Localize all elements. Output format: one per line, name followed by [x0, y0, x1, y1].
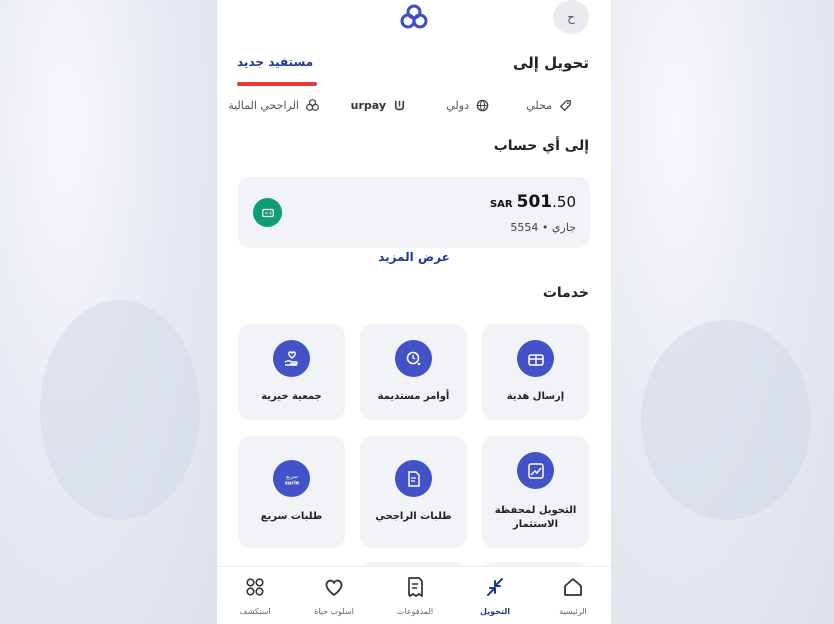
transfer-categories: محلي دولي urpay الراجحي المالية [217, 98, 611, 120]
avatar[interactable]: ح [553, 0, 589, 34]
background-left [0, 0, 217, 624]
service-sarie-requests[interactable]: سريع sarie طلبات سريع [238, 436, 345, 548]
account-type: جاري [551, 221, 576, 234]
account-meta: جاري • 5554 [510, 221, 576, 234]
tag-icon [559, 100, 571, 112]
payments-icon [408, 577, 423, 597]
globe-icon [476, 99, 489, 112]
standing-order-icon [395, 340, 432, 377]
gift-icon [517, 340, 554, 377]
new-beneficiary-underline [237, 82, 317, 86]
show-more-link[interactable]: عرض المزيد [217, 250, 611, 264]
svg-text:sarie: sarie [284, 480, 299, 486]
service-label: إرسال هدية [506, 391, 565, 402]
transfer-header: تحويل إلى مستفيد جديد [217, 52, 611, 86]
service-label: التحويل لمحفظة الاستثمار [494, 505, 577, 530]
nav-transfer[interactable]: التحويل [465, 575, 525, 616]
category-label: دولي [446, 99, 469, 112]
chart-up-icon [517, 452, 554, 489]
service-label: جمعية خيرية [261, 391, 322, 402]
bottom-navigation: الرئيسية التحويل المدفوعات اسلوب حياة اس… [217, 566, 611, 624]
accounts-title: إلى أي حساب [493, 138, 589, 154]
account-card[interactable]: SAR 501.50 جاري • 5554 [238, 177, 590, 248]
category-local[interactable]: محلي [526, 98, 573, 113]
category-label: الراجحي المالية [228, 99, 299, 112]
category-alrajhi-capital[interactable]: الراجحي المالية [228, 98, 320, 113]
service-label: طلبات الراجحي [375, 511, 452, 522]
nav-label: الرئيسية [559, 607, 587, 616]
background-right [611, 0, 834, 624]
separator-dot: • [538, 221, 549, 234]
svg-text:سريع: سريع [286, 474, 298, 480]
transfer-icon [487, 578, 503, 596]
account-amount-integer: 501 [516, 192, 553, 212]
background-blob [40, 300, 200, 520]
nav-label: اسلوب حياة [314, 607, 354, 616]
grid-icon [246, 578, 264, 596]
new-beneficiary-link[interactable]: مستفيد جديد [237, 55, 313, 69]
category-international[interactable]: دولي [446, 98, 490, 113]
nav-home[interactable]: الرئيسية [543, 575, 603, 616]
heart-icon [325, 579, 343, 596]
account-card-icon [253, 198, 282, 227]
nav-explore[interactable]: استكشف [225, 575, 285, 616]
nav-payments[interactable]: المدفوعات [385, 575, 445, 616]
service-charity[interactable]: جمعية خيرية [238, 324, 345, 420]
services-title: خدمات [542, 285, 589, 301]
service-invest-portfolio[interactable]: التحويل لمحفظة الاستثمار [482, 436, 589, 548]
nav-label: التحويل [480, 607, 510, 616]
category-urpay[interactable]: urpay [351, 98, 407, 113]
nav-lifestyle[interactable]: اسلوب حياة [304, 575, 364, 616]
service-standing-orders[interactable]: أوامر مستديمة [360, 324, 467, 420]
avatar-initial: ح [567, 10, 575, 24]
account-currency: SAR [489, 199, 513, 210]
service-send-gift[interactable]: إرسال هدية [482, 324, 589, 420]
category-label: محلي [526, 99, 552, 112]
account-number: 5554 [510, 221, 539, 234]
urpay-icon [394, 100, 405, 111]
service-label: أوامر مستديمة [377, 391, 450, 402]
service-label: طلبات سريع [260, 511, 323, 522]
document-icon [395, 460, 432, 497]
account-amount: 501.50 [517, 192, 576, 212]
nav-label: استكشف [239, 607, 271, 616]
app-screen: ح تحويل إلى مستفيد جديد محلي دولي urpay … [217, 0, 611, 624]
alrajhi-capital-icon [306, 99, 319, 111]
category-label: urpay [350, 99, 386, 112]
page-title: تحويل إلى [512, 54, 589, 72]
account-amount-decimal: .50 [552, 193, 576, 211]
background-blob [641, 320, 811, 520]
nav-label: المدفوعات [396, 607, 434, 616]
alrajhi-logo-icon [400, 4, 428, 30]
home-icon [564, 578, 582, 596]
account-balance: SAR 501.50 [490, 192, 576, 212]
sarie-icon: سريع sarie [273, 460, 310, 497]
service-alrajhi-requests[interactable]: طلبات الراجحي [360, 436, 467, 548]
top-bar: ح [217, 0, 611, 40]
charity-icon [273, 340, 310, 377]
